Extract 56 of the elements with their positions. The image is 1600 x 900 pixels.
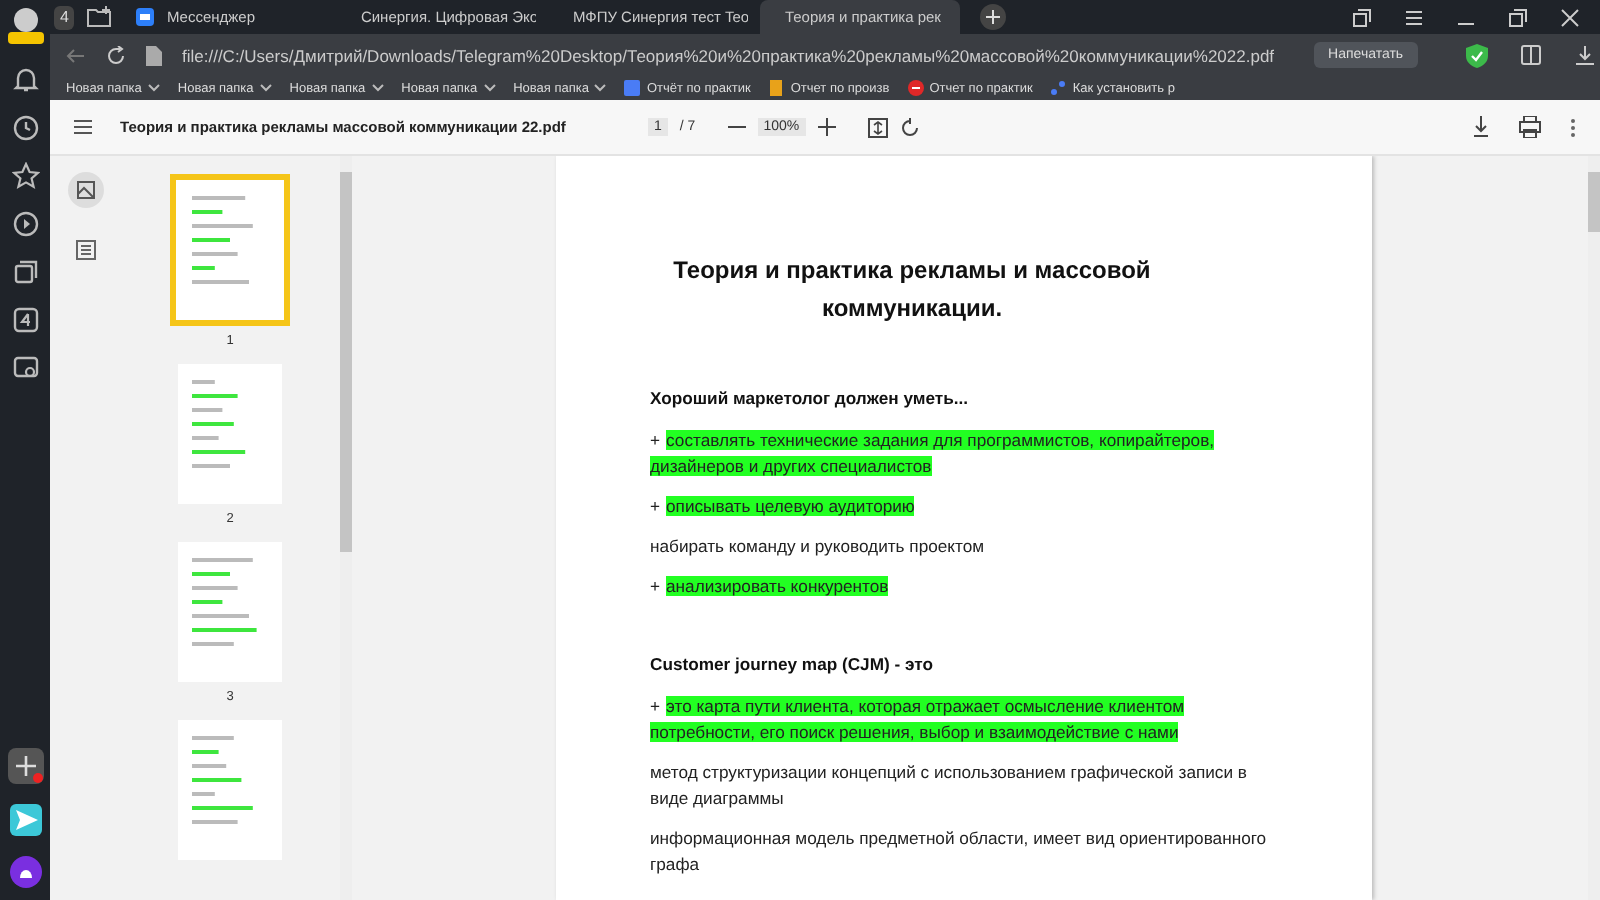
reload-icon[interactable] bbox=[106, 45, 126, 65]
document-heading: Теория и практика рекламы и массовой коммуникации. bbox=[671, 254, 1153, 326]
rotate-icon[interactable] bbox=[899, 117, 920, 137]
thumbnails-icon[interactable] bbox=[67, 172, 103, 208]
download-icon[interactable] bbox=[1472, 116, 1490, 138]
page-thumbnail[interactable] bbox=[178, 720, 282, 860]
screenshot-icon[interactable] bbox=[11, 354, 39, 382]
profile-icon[interactable] bbox=[5, 6, 45, 46]
close-icon[interactable] bbox=[1560, 7, 1580, 27]
reader-icon[interactable] bbox=[1519, 44, 1542, 66]
tab-count-button[interactable]: 4 bbox=[54, 5, 75, 29]
number-box-icon[interactable] bbox=[11, 306, 39, 334]
star-icon[interactable] bbox=[11, 162, 39, 190]
add-icon[interactable] bbox=[7, 748, 43, 784]
zoom-in-icon[interactable] bbox=[817, 118, 836, 136]
note-icon bbox=[768, 80, 785, 96]
page-thumbnail[interactable] bbox=[178, 542, 282, 682]
file-icon bbox=[146, 45, 162, 65]
bell-icon[interactable] bbox=[11, 66, 39, 94]
chevron-down-icon bbox=[147, 84, 160, 92]
page-thumbnail[interactable] bbox=[170, 174, 290, 326]
new-tab-icon[interactable] bbox=[980, 4, 1007, 30]
outline-icon[interactable] bbox=[75, 240, 95, 260]
play-icon[interactable] bbox=[11, 210, 39, 238]
chevron-down-icon bbox=[259, 84, 272, 92]
more-icon[interactable] bbox=[1570, 117, 1576, 137]
print-icon[interactable] bbox=[1518, 116, 1542, 138]
assistant-icon[interactable] bbox=[9, 856, 41, 888]
chevron-down-icon bbox=[371, 84, 384, 92]
dots-icon bbox=[1050, 80, 1067, 96]
scrollbar-thumb[interactable] bbox=[340, 172, 352, 552]
restore-icon[interactable] bbox=[1508, 7, 1528, 27]
page-thumbnail[interactable] bbox=[178, 364, 282, 504]
answer-option: набирать команду и руководить проектом bbox=[650, 534, 1274, 560]
new-folder-icon[interactable] bbox=[86, 6, 113, 28]
answer-option: метод структуризации концепций с использованием графической записи в виде диаграммы bbox=[650, 760, 1274, 812]
collections-icon[interactable] bbox=[11, 258, 39, 286]
shield-icon[interactable] bbox=[1465, 43, 1488, 67]
scrollbar-thumb[interactable] bbox=[1588, 172, 1600, 232]
send-icon[interactable] bbox=[9, 804, 41, 836]
back-icon[interactable] bbox=[66, 45, 86, 65]
fit-page-icon[interactable] bbox=[867, 117, 888, 137]
url-field[interactable]: file:///C:/Users/Дмитрий/Downloads/Telegram%20Desktop/Теория%20и%20практика%20рекламы%20массовой%20коммуникации%2022.pdf bbox=[182, 45, 1275, 65]
clock-icon[interactable] bbox=[11, 114, 39, 142]
document-icon bbox=[624, 80, 641, 96]
answer-option: информационная модель предметной области, имеет вид ориентированного графа bbox=[650, 826, 1274, 878]
answer-option: + анализировать конкурентов bbox=[650, 574, 1274, 600]
question-heading: Customer journey map (CJM) - это bbox=[650, 654, 935, 674]
answer-option: + описывать целевую аудиторию bbox=[650, 494, 1274, 520]
chat-icon bbox=[136, 8, 155, 26]
question-heading: Хороший маркетолог должен уметь... bbox=[650, 388, 971, 408]
chevron-down-icon bbox=[594, 84, 607, 92]
chevron-down-icon bbox=[483, 84, 496, 92]
stop-icon bbox=[907, 80, 924, 96]
copy-icon[interactable] bbox=[1352, 7, 1372, 27]
menu-icon[interactable] bbox=[74, 120, 92, 134]
